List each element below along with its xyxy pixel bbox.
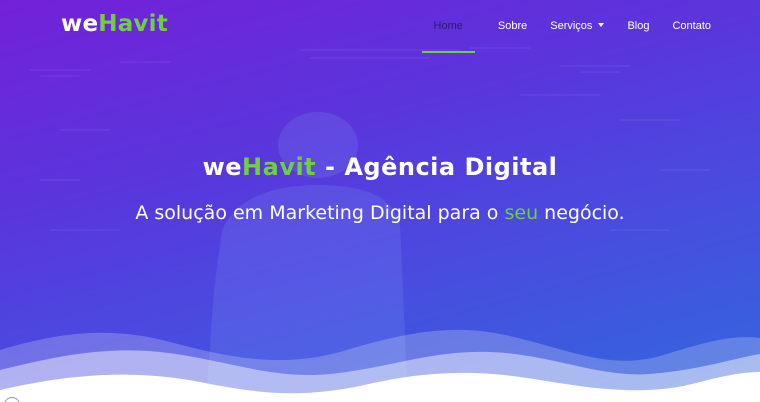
subheadline-after: negócio. — [538, 202, 625, 224]
nav-item-sobre[interactable]: Sobre — [498, 0, 527, 54]
headline-accent: Havit — [242, 153, 317, 181]
hero-subheadline: A solução em Marketing Digital para o se… — [0, 202, 760, 224]
nav-menu: Home Sobre Serviços Blog Contato — [421, 0, 760, 54]
caret-down-icon — [598, 23, 605, 28]
hero-headline: weHavit - Agência Digital — [0, 153, 760, 181]
nav-item-servicos[interactable]: Serviços — [550, 0, 605, 54]
headline-rest: - Agência Digital — [316, 153, 558, 181]
headline-prefix: we — [202, 153, 243, 181]
hero-bottom-waves — [0, 329, 760, 402]
nav-item-label: Contato — [672, 20, 711, 32]
nav-item-label: Serviços — [550, 20, 593, 32]
nav-item-blog[interactable]: Blog — [627, 0, 649, 54]
subheadline-accent: seu — [504, 202, 539, 224]
brand-logo[interactable]: weHavit — [61, 11, 168, 37]
subheadline-before: A solução em Marketing Digital para o — [135, 202, 505, 224]
nav-item-contato[interactable]: Contato — [672, 0, 711, 54]
nav-item-label: Home — [433, 20, 463, 32]
hero-section: weHavit Home Sobre Serviços Blog Contato… — [0, 0, 760, 402]
nav-item-home[interactable]: Home — [421, 0, 476, 54]
nav-item-label: Sobre — [497, 20, 528, 32]
nav-item-label: Blog — [627, 20, 650, 32]
navbar: weHavit Home Sobre Serviços Blog Contato — [0, 0, 760, 54]
logo-accent: Havit — [98, 11, 168, 37]
logo-prefix: we — [61, 11, 99, 37]
